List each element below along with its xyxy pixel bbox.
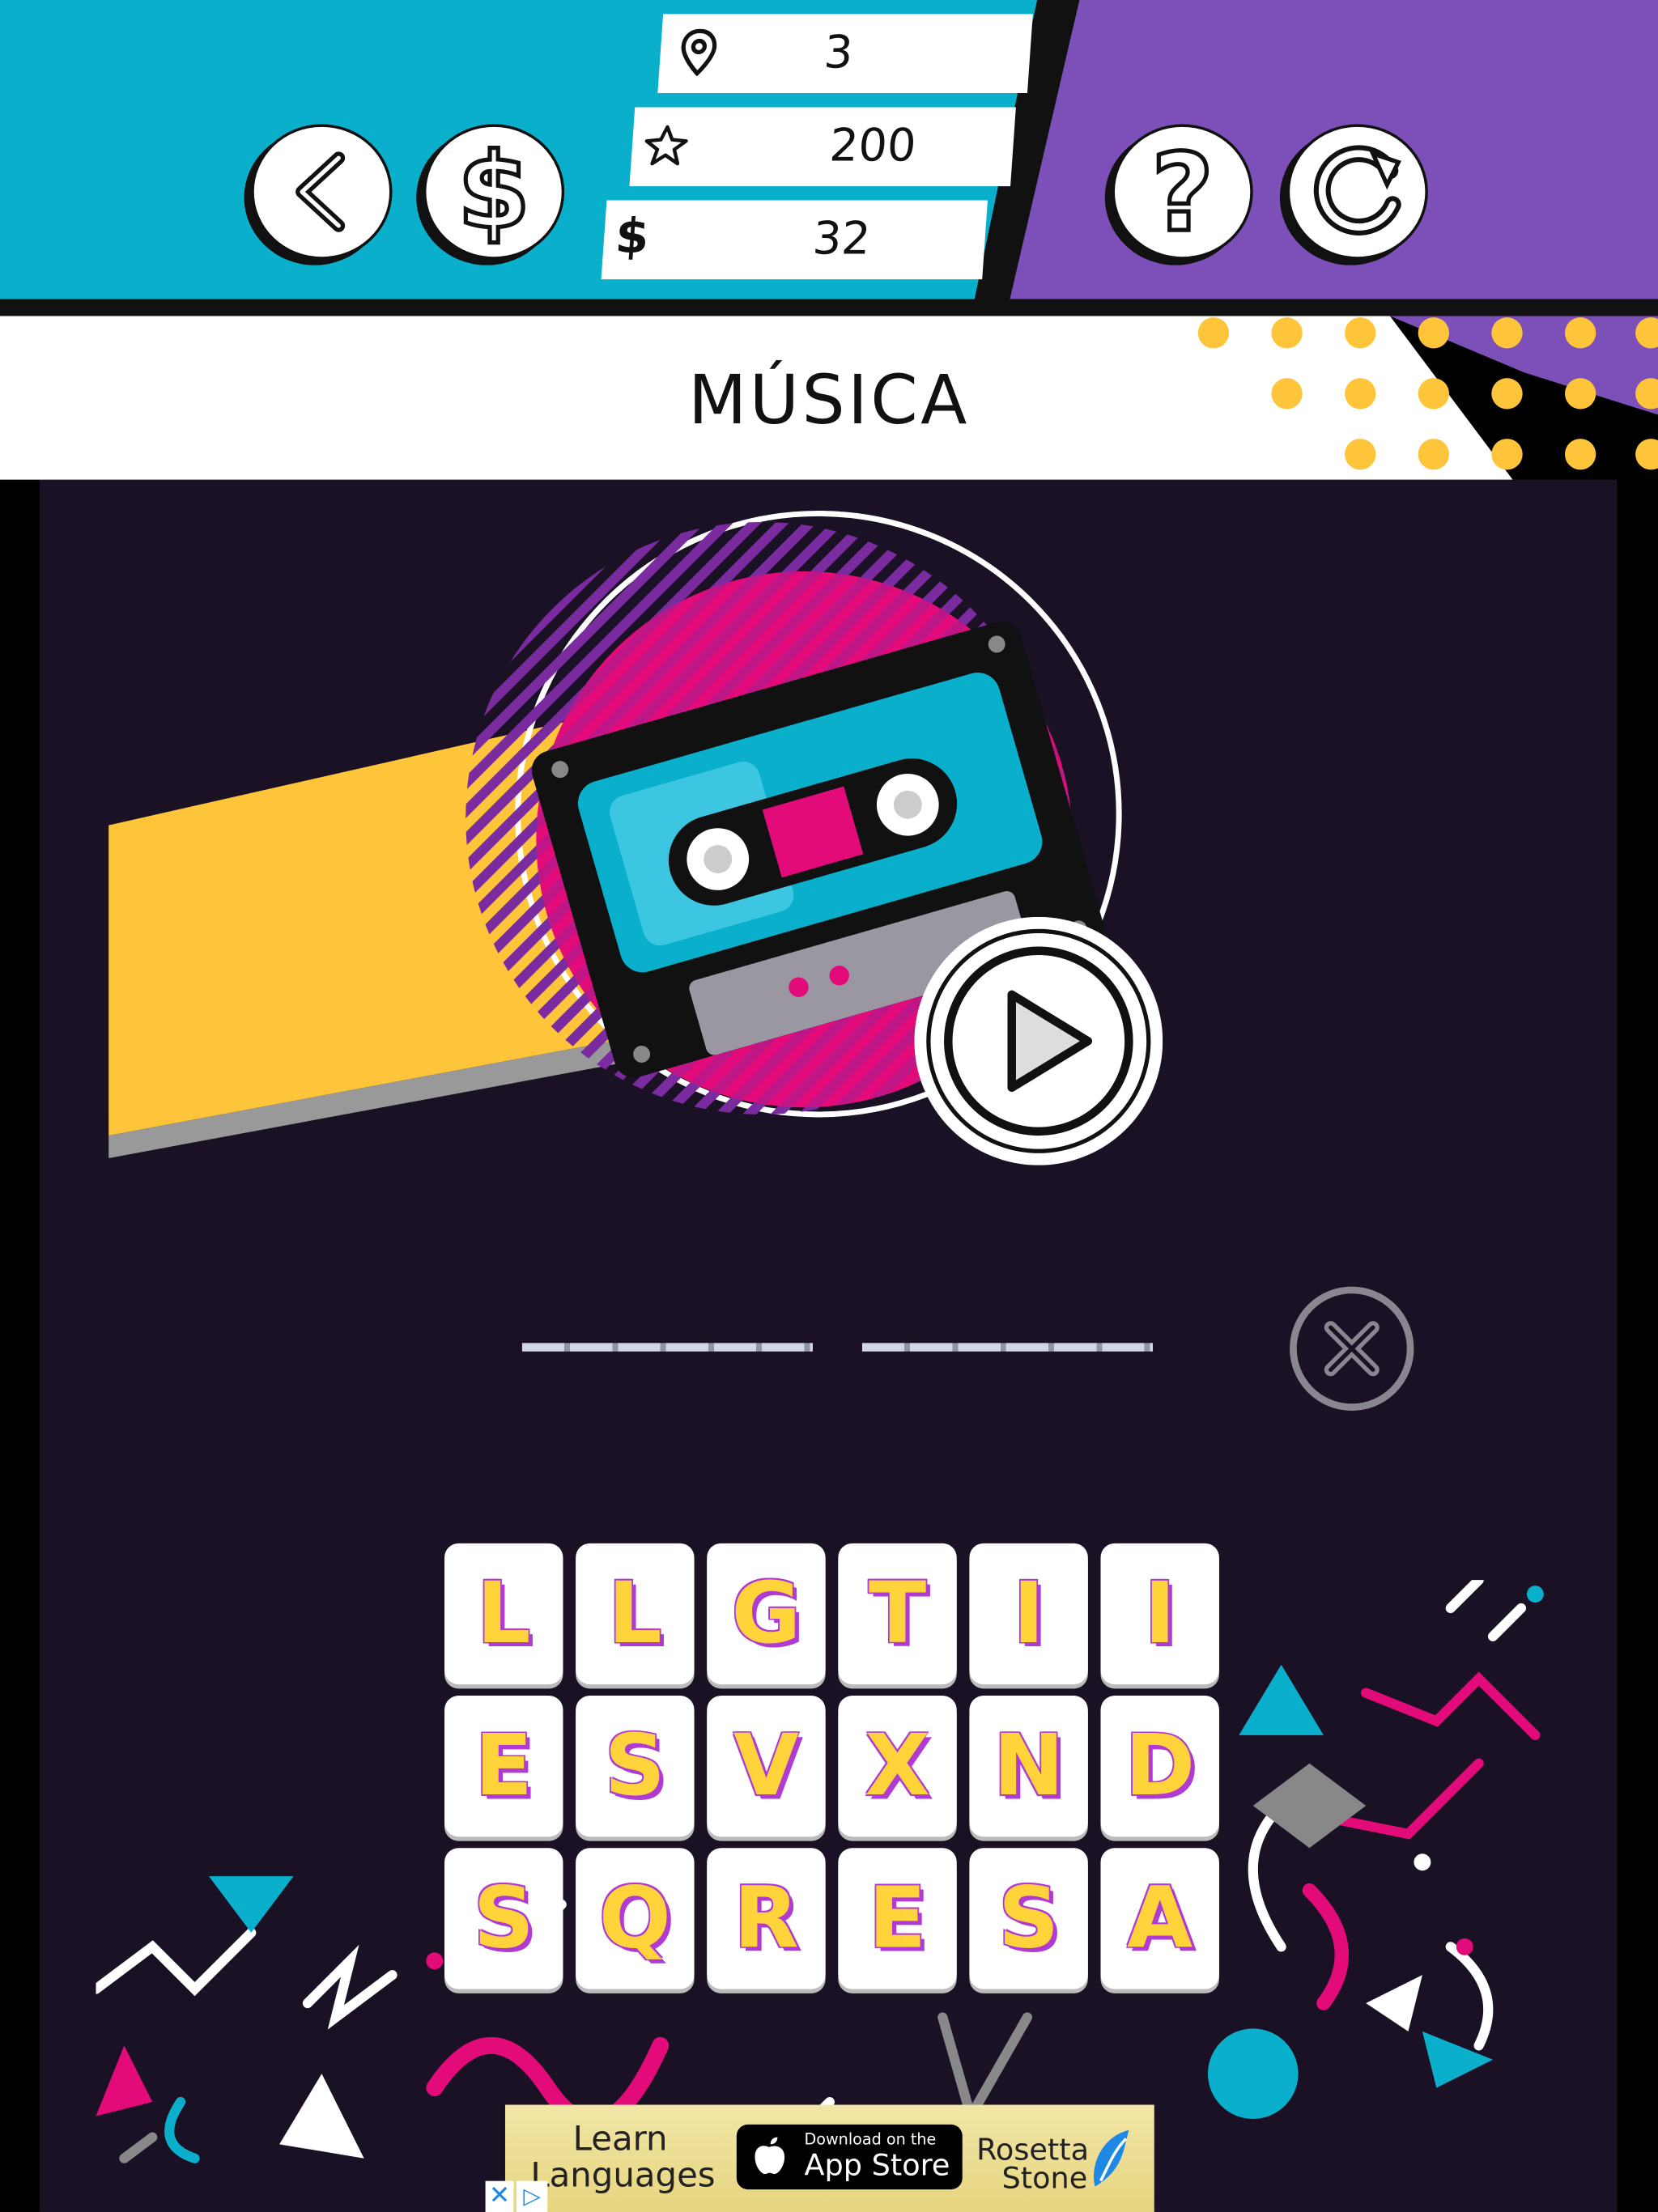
ad-banner[interactable]: Learn Languages Download on the App Stor…	[504, 2104, 1154, 2212]
back-arrow-icon	[295, 151, 346, 232]
question-mark-icon: ?	[1150, 127, 1216, 257]
ad-brand-line2: Stone	[1001, 2161, 1088, 2196]
letter-tile[interactable]: D	[1100, 1696, 1219, 1837]
restart-button[interactable]	[1286, 124, 1428, 260]
confetti-decoration	[96, 1580, 1544, 2163]
level-panel: 3	[657, 14, 1033, 94]
play-icon	[926, 928, 1151, 1153]
letter-tile[interactable]: S	[444, 1848, 563, 1989]
dollar-icon: $	[613, 208, 651, 265]
score-value: 200	[827, 118, 918, 172]
letter-tile[interactable]: L	[444, 1543, 563, 1685]
shop-button[interactable]: $	[423, 124, 565, 260]
answer-word-2[interactable]	[861, 1343, 1154, 1352]
letter-tile[interactable]: N	[969, 1696, 1088, 1837]
letter-tile[interactable]: R	[707, 1848, 826, 1989]
coins-value: 32	[810, 211, 873, 265]
game-screen: 3 200 $ 32 $ ? MÚSICA L L G T I I E S V …	[0, 0, 1658, 2212]
letter-tile[interactable]: G	[707, 1543, 826, 1685]
star-icon	[644, 125, 688, 166]
level-value: 3	[822, 25, 855, 79]
apple-icon	[755, 2137, 785, 2175]
help-button[interactable]: ?	[1112, 124, 1253, 260]
ad-headline-line2: Languages	[530, 2155, 716, 2196]
coins-panel: $ 32	[601, 200, 988, 280]
answer-word-1[interactable]	[521, 1343, 813, 1352]
ad-close-icon[interactable]: ✕	[485, 2180, 514, 2212]
ad-headline-line1: Learn	[572, 2118, 668, 2159]
close-icon	[1324, 1321, 1380, 1377]
dollar-icon: $	[456, 129, 533, 254]
letter-tile[interactable]: L	[576, 1543, 695, 1685]
letter-tile[interactable]: V	[707, 1696, 826, 1837]
play-audio-button[interactable]	[914, 916, 1163, 1165]
category-title: MÚSICA	[688, 361, 970, 440]
badge-big-text: App Store	[804, 2148, 950, 2183]
badge-small-text: Download on the	[804, 2129, 937, 2149]
letter-tile[interactable]: S	[969, 1848, 1088, 1989]
letter-tile[interactable]: A	[1100, 1848, 1219, 1989]
letter-tile[interactable]: E	[444, 1696, 563, 1837]
clear-answer-button[interactable]	[1290, 1286, 1414, 1411]
back-button[interactable]	[251, 124, 393, 260]
app-store-badge[interactable]: Download on the App Store	[736, 2124, 963, 2190]
map-pin-icon	[681, 28, 717, 77]
ad-choices-icon[interactable]: ▷	[516, 2180, 548, 2212]
letter-tile[interactable]: Q	[576, 1848, 695, 1989]
letter-tile[interactable]: T	[838, 1543, 957, 1685]
letter-tile[interactable]: I	[969, 1543, 1088, 1685]
letter-tile[interactable]: E	[838, 1848, 957, 1989]
letter-tile[interactable]: I	[1100, 1543, 1219, 1685]
letter-tile[interactable]: X	[838, 1696, 957, 1837]
rosetta-logo-icon	[1094, 2129, 1129, 2187]
letter-tile[interactable]: S	[576, 1696, 695, 1837]
score-panel: 200	[629, 107, 1016, 187]
restart-icon	[1313, 145, 1401, 236]
